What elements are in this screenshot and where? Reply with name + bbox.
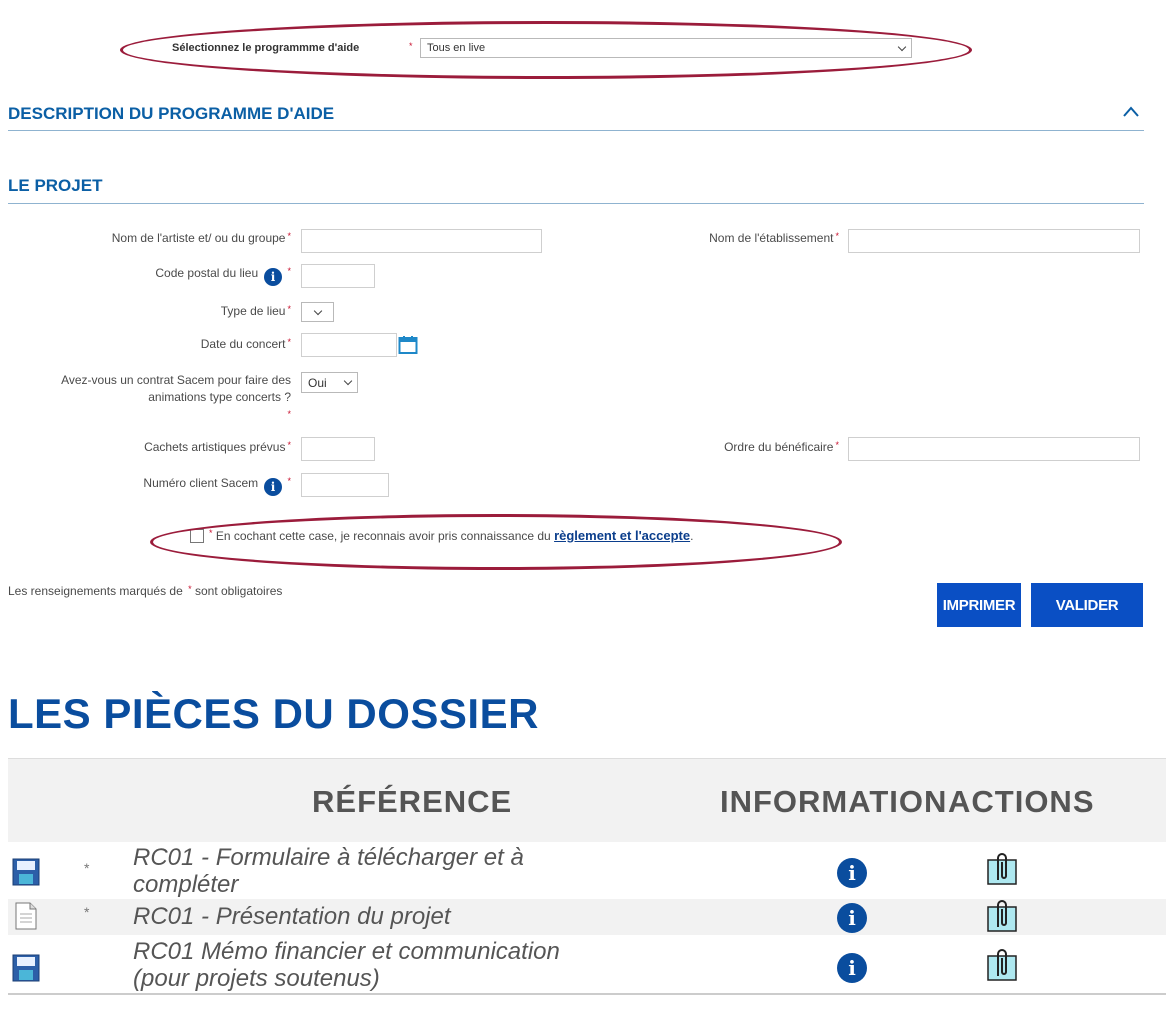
contract-label: Avez-vous un contrat Sacem pour faire de… bbox=[61, 373, 291, 419]
floppy-disk-icon[interactable] bbox=[12, 858, 40, 886]
info-icon[interactable]: i bbox=[837, 858, 867, 888]
column-header-reference: RÉFÉRENCE bbox=[312, 784, 513, 819]
project-section-title: LE PROJET bbox=[8, 176, 103, 195]
venue-type-label: Type de lieu * bbox=[220, 304, 291, 318]
reference-text: RC01 - Formulaire à télécharger et à comp… bbox=[133, 844, 524, 898]
attachment-icon[interactable] bbox=[986, 897, 1018, 933]
contract-select-value: Oui bbox=[308, 375, 327, 390]
highlight-oval-program bbox=[120, 21, 972, 79]
reference-text: RC01 - Présentation du projet bbox=[133, 903, 451, 930]
attachment-icon[interactable] bbox=[986, 946, 1018, 982]
column-header-actions: ACTIONS bbox=[948, 784, 1095, 819]
print-button[interactable]: IMPRIMER bbox=[937, 583, 1021, 627]
collapse-chevron-up-icon[interactable] bbox=[1122, 104, 1140, 122]
calendar-icon[interactable] bbox=[398, 335, 418, 355]
info-icon[interactable]: i bbox=[837, 953, 867, 983]
document-icon[interactable] bbox=[14, 902, 38, 930]
divider bbox=[8, 203, 1144, 204]
required-note: Les renseignements marqués de * sont obl… bbox=[8, 584, 283, 598]
floppy-disk-icon[interactable] bbox=[12, 954, 40, 982]
chevron-down-icon bbox=[343, 376, 353, 386]
beneficiary-label: Ordre du bénéficaire * bbox=[724, 440, 839, 454]
chevron-down-icon bbox=[313, 306, 322, 315]
attachment-icon[interactable] bbox=[986, 850, 1018, 886]
artist-label: Nom de l'artiste et/ ou du groupe * bbox=[111, 231, 291, 245]
highlight-oval-consent bbox=[150, 514, 842, 570]
concert-date-label: Date du concert * bbox=[200, 337, 291, 351]
info-icon[interactable]: i bbox=[264, 478, 282, 496]
postal-code-input[interactable] bbox=[301, 264, 375, 288]
postal-code-label: Code postal du lieu * bbox=[155, 266, 291, 280]
fees-label: Cachets artistiques prévus * bbox=[144, 440, 291, 454]
establishment-input[interactable] bbox=[848, 229, 1140, 253]
beneficiary-input[interactable] bbox=[848, 437, 1140, 461]
column-header-information: INFORMATION bbox=[720, 784, 948, 819]
required-mark: * bbox=[84, 860, 90, 876]
reference-text: RC01 Mémo financier et communication (pou… bbox=[133, 938, 560, 992]
description-section-title: DESCRIPTION DU PROGRAMME D'AIDE bbox=[8, 104, 335, 123]
venue-type-select[interactable] bbox=[301, 302, 334, 322]
divider bbox=[8, 130, 1144, 131]
info-icon[interactable]: i bbox=[837, 903, 867, 933]
fees-input[interactable] bbox=[301, 437, 375, 461]
info-icon[interactable]: i bbox=[264, 268, 282, 286]
table-header: RÉFÉRENCE INFORMATION ACTIONS bbox=[8, 758, 1166, 843]
client-number-label: Numéro client Sacem * bbox=[143, 476, 291, 490]
establishment-label: Nom de l'établissement * bbox=[709, 231, 839, 245]
artist-input[interactable] bbox=[301, 229, 542, 253]
submit-button[interactable]: VALIDER bbox=[1031, 583, 1143, 627]
contract-select[interactable]: Oui bbox=[301, 372, 358, 393]
concert-date-input[interactable] bbox=[301, 333, 397, 357]
pieces-title: LES PIÈCES DU DOSSIER bbox=[8, 690, 539, 737]
client-number-input[interactable] bbox=[301, 473, 389, 497]
required-mark: * bbox=[84, 904, 90, 920]
